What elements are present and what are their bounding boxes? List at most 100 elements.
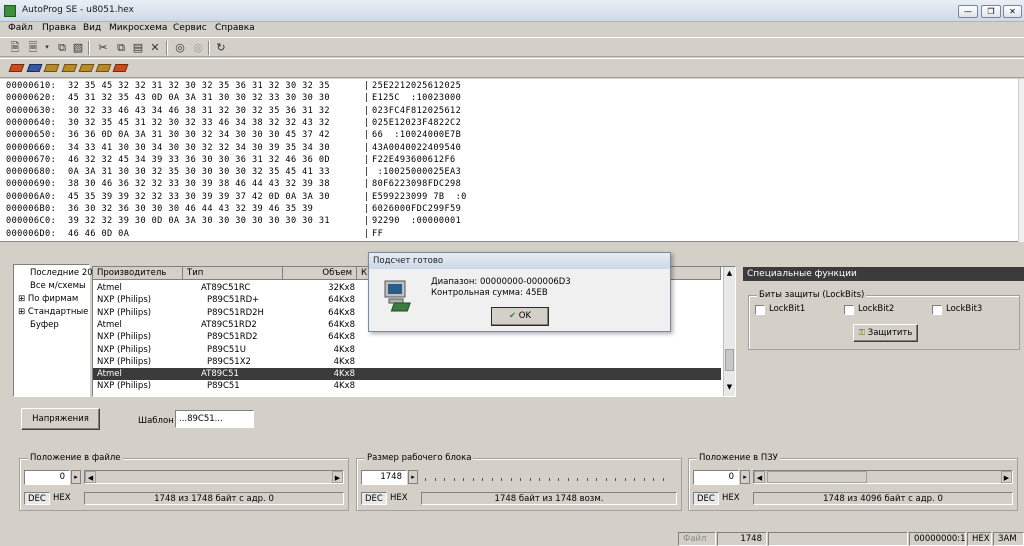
hex-scrollbar[interactable] xyxy=(1018,79,1024,242)
hex-row[interactable]: 00000630: 30 32 33 46 43 34 46 38 31 32 3… xyxy=(6,106,461,117)
tree-item-vendors[interactable]: ⊞ По фирмам xyxy=(18,293,78,306)
slider-thumb[interactable] xyxy=(767,471,867,483)
hex-bytes[interactable]: 34 33 41 30 30 34 30 30 32 32 34 30 39 3… xyxy=(68,143,330,154)
value-input[interactable]: 0 xyxy=(693,470,739,485)
chip-lock-icon[interactable] xyxy=(112,64,129,72)
tree-item-recent[interactable]: Последние 20 xyxy=(30,267,93,280)
hex-row[interactable]: 000006C0: 39 32 32 39 30 0D 0A 3A 30 30 3… xyxy=(6,216,461,227)
close-button[interactable]: ✕ xyxy=(1003,5,1022,18)
hex-ascii[interactable]: 80F6223098FDC298 xyxy=(372,179,461,190)
find-next-icon[interactable]: ◎ xyxy=(191,41,205,54)
menu-edit[interactable]: Правка xyxy=(42,23,76,33)
slider-right-icon[interactable]: ▶ xyxy=(332,471,343,483)
voltages-button[interactable]: Напряжения xyxy=(21,408,100,430)
ok-button[interactable]: ✔ OK xyxy=(491,307,549,326)
hex-ascii[interactable]: 92290 :00000001 xyxy=(372,216,461,227)
slider-left-icon[interactable]: ◀ xyxy=(85,471,96,483)
lockbit2-checkbox[interactable] xyxy=(844,305,854,315)
hex-ascii[interactable]: 43A0040022409540 xyxy=(372,143,461,154)
menu-view[interactable]: Вид xyxy=(83,23,101,33)
copy-icon[interactable]: ⧉ xyxy=(114,41,128,54)
hex-toggle[interactable]: HEX xyxy=(387,492,411,505)
value-input[interactable]: 0 xyxy=(24,470,70,485)
device-row[interactable]: NXP (Philips) P89C51U 4Kx8 xyxy=(93,344,721,356)
template-input[interactable]: ...89C51... xyxy=(175,410,254,428)
hex-bytes[interactable]: 45 35 39 39 32 32 33 30 39 39 37 42 0D 0… xyxy=(68,192,330,203)
value-input[interactable]: 1748 xyxy=(361,470,407,485)
hex-row[interactable]: 00000660: 34 33 41 30 30 34 30 30 32 32 3… xyxy=(6,143,461,154)
hex-row[interactable]: 00000680: 0A 3A 31 30 30 32 35 30 30 30 3… xyxy=(6,167,461,178)
hex-bytes[interactable]: 39 32 32 39 30 0D 0A 3A 30 30 30 30 30 3… xyxy=(68,216,330,227)
hex-row[interactable]: 00000650: 36 36 0D 0A 3A 31 30 30 32 34 3… xyxy=(6,130,461,141)
tree-item-standard[interactable]: ⊞ Стандартные xyxy=(18,306,88,319)
hex-row[interactable]: 00000670: 46 32 32 45 34 39 33 36 30 30 3… xyxy=(6,155,455,166)
save-file-icon[interactable]: 🗏 xyxy=(26,41,40,54)
delete-icon[interactable]: ✕ xyxy=(148,41,162,54)
hex-row[interactable]: 00000640: 30 32 35 45 31 32 30 32 33 46 3… xyxy=(6,118,461,129)
hex-ascii[interactable]: 66 :10024000E7B xyxy=(372,130,461,141)
menu-chip[interactable]: Микросхема xyxy=(109,23,167,33)
column-maker[interactable]: Производитель xyxy=(93,267,183,280)
hex-row[interactable]: 00000610: 32 35 45 32 32 31 32 30 32 35 3… xyxy=(6,81,461,92)
tree-item-all[interactable]: Все м/схемы xyxy=(30,280,86,293)
chip-blank-icon[interactable] xyxy=(78,64,95,72)
chip-erase-icon[interactable] xyxy=(61,64,78,72)
spin-right-icon[interactable]: ▸ xyxy=(740,470,750,484)
hex-row[interactable]: 000006B0: 36 30 32 36 30 30 30 46 44 43 3… xyxy=(6,204,461,215)
device-row[interactable]: NXP (Philips) P89C51X2 4Kx8 xyxy=(93,356,721,368)
column-type[interactable]: Тип xyxy=(183,267,283,280)
spin-right-icon[interactable]: ▸ xyxy=(71,470,81,484)
lockbit1-checkbox[interactable] xyxy=(755,305,765,315)
device-row[interactable]: NXP (Philips) P89C51 4Kx8 xyxy=(93,380,721,392)
hex-bytes[interactable]: 36 36 0D 0A 3A 31 30 30 32 34 30 30 30 4… xyxy=(68,130,330,141)
hex-toggle[interactable]: HEX xyxy=(719,492,743,505)
hex-editor[interactable]: 00000610: 32 35 45 32 32 31 32 30 32 35 3… xyxy=(0,79,1024,242)
open-file-icon[interactable]: 🗎 xyxy=(8,41,22,54)
device-list-scrollbar[interactable]: ▲ ▼ xyxy=(723,267,735,396)
position-slider[interactable] xyxy=(421,470,677,484)
slider-right-icon[interactable]: ▶ xyxy=(1001,471,1012,483)
hex-ascii[interactable]: 25E2212025612025 xyxy=(372,81,461,92)
hex-bytes[interactable]: 38 30 46 36 32 32 33 30 39 38 46 44 43 3… xyxy=(68,179,330,190)
tree-item-buffer[interactable]: Буфер xyxy=(30,319,59,332)
scroll-down-icon[interactable]: ▼ xyxy=(725,383,734,393)
cut-icon[interactable]: ✂ xyxy=(96,41,110,54)
hex-ascii[interactable]: E599223099 7B :0 xyxy=(372,192,467,203)
hex-ascii[interactable]: E125C :10023000 xyxy=(372,93,461,104)
hex-ascii[interactable]: F22E493600612F6 xyxy=(372,155,456,166)
menu-file[interactable]: Файл xyxy=(8,23,33,33)
hex-bytes[interactable]: 46 46 0D 0A xyxy=(68,229,129,240)
hex-bytes[interactable]: 30 32 35 45 31 32 30 32 33 46 34 38 32 3… xyxy=(68,118,330,129)
spin-right-icon[interactable]: ▸ xyxy=(408,470,418,484)
find-icon[interactable]: ◎ xyxy=(173,41,187,54)
dec-toggle[interactable]: DEC xyxy=(693,492,719,505)
hex-row[interactable]: 000006A0: 45 35 39 39 32 32 33 30 39 39 3… xyxy=(6,192,466,203)
device-row[interactable]: NXP (Philips) P89C51RD2 64Kx8 xyxy=(93,331,721,343)
expand-icon[interactable]: ⊞ xyxy=(18,307,25,317)
dropdown-arrow-icon[interactable]: ▾ xyxy=(40,41,54,54)
menu-help[interactable]: Справка xyxy=(215,23,255,33)
hex-row[interactable]: 000006D0: 46 46 0D 0A | FF xyxy=(6,229,383,240)
hex-ascii[interactable]: :10025000025EA3 xyxy=(372,167,461,178)
refresh-icon[interactable]: ↻ xyxy=(214,41,228,54)
hex-row[interactable]: 00000690: 38 30 46 36 32 32 33 30 39 38 4… xyxy=(6,179,461,190)
expand-icon[interactable]: ⊞ xyxy=(18,294,25,304)
hex-bytes[interactable]: 32 35 45 32 32 31 32 30 32 35 36 31 32 3… xyxy=(68,81,330,92)
dec-toggle[interactable]: DEC xyxy=(24,492,50,505)
hex-bytes[interactable]: 45 31 32 35 43 0D 0A 3A 31 30 30 32 33 3… xyxy=(68,93,330,104)
hex-bytes[interactable]: 36 30 32 36 30 30 30 46 44 43 32 39 46 3… xyxy=(68,204,313,215)
minimize-button[interactable]: — xyxy=(958,5,978,18)
position-slider[interactable]: ◀ ▶ xyxy=(84,470,344,484)
hex-toggle[interactable]: HEX xyxy=(50,492,74,505)
device-row[interactable]: Atmel AT89C51 4Kx8 xyxy=(93,368,721,381)
hex-bytes[interactable]: 30 32 33 46 43 34 46 38 31 32 30 32 35 3… xyxy=(68,106,330,117)
position-slider[interactable]: ◀ ▶ xyxy=(753,470,1013,484)
hex-bytes[interactable]: 0A 3A 31 30 30 32 35 30 30 30 30 32 35 4… xyxy=(68,167,330,178)
hex-ascii[interactable]: FF xyxy=(372,229,383,240)
hex-ascii[interactable]: 023FC4F812025612 xyxy=(372,106,461,117)
hex-row[interactable]: 00000620: 45 31 32 35 43 0D 0A 3A 31 30 3… xyxy=(6,93,461,104)
paste-icon[interactable]: ▤ xyxy=(131,41,145,54)
lockbit3-checkbox[interactable] xyxy=(932,305,942,315)
hex-ascii[interactable]: 025E12023F4822C2 xyxy=(372,118,461,129)
hex-bytes[interactable]: 46 32 32 45 34 39 33 36 30 30 36 31 32 4… xyxy=(68,155,330,166)
